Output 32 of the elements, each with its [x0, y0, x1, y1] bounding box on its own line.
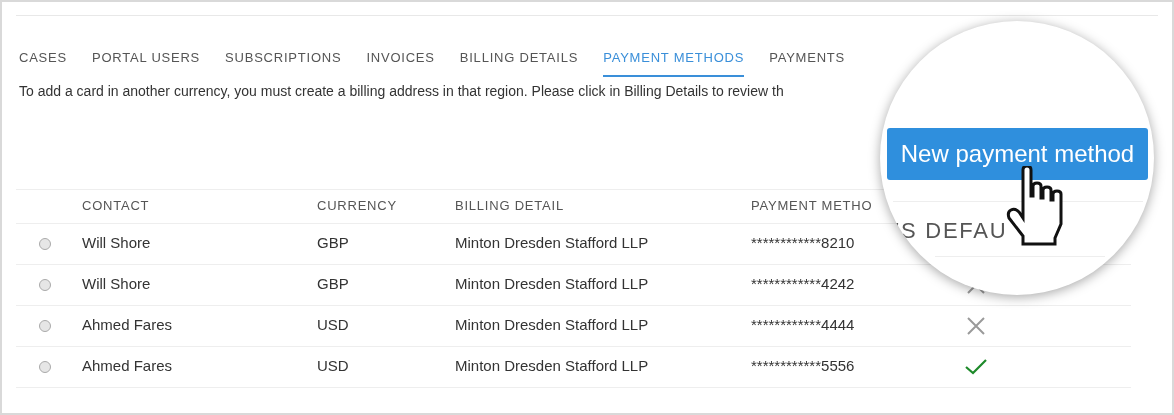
table-cell-text: USD — [317, 356, 350, 377]
radio-button[interactable] — [38, 319, 51, 332]
table-cell-text: ************5556 — [751, 356, 856, 377]
column-header: BILLING DETAIL — [455, 197, 565, 216]
table-cell-text: Minton Dresden Stafford LLP — [455, 356, 650, 377]
notice-text: To add a card in another currency, you must create a billing address in that region. Please click in Billing Details to review th — [18, 81, 785, 101]
table-cell-text: GBP — [317, 233, 350, 254]
radio-button[interactable] — [38, 278, 51, 291]
radio-button[interactable] — [38, 360, 51, 373]
table-cell-text: GBP — [317, 274, 350, 295]
column-header: CURRENCY — [317, 197, 398, 216]
radio-button[interactable] — [38, 237, 51, 250]
tab[interactable]: BILLING DETAILS — [459, 48, 579, 77]
table-cell-text: ************4242 — [751, 274, 856, 295]
table-cell-text: Minton Dresden Stafford LLP — [455, 274, 650, 295]
tab[interactable]: PORTAL USERS — [92, 48, 201, 77]
tab[interactable]: PAYMENTS — [769, 48, 845, 77]
table-cell-text: Ahmed Fares — [82, 356, 174, 377]
tab[interactable]: SUBSCRIPTIONS — [225, 48, 342, 77]
tab[interactable]: PAYMENT METHODS — [603, 48, 745, 77]
table-cell-text: Will Shore — [82, 274, 152, 295]
column-header: PAYMENT METHO — [751, 197, 874, 216]
table-cell-text: Ahmed Fares — [82, 315, 174, 336]
column-header: CONTACT — [82, 197, 151, 216]
table-cell-text: Minton Dresden Stafford LLP — [455, 315, 650, 336]
table-cell-text: ************8210 — [751, 233, 856, 254]
table-cell-text: USD — [317, 315, 350, 336]
tab[interactable]: INVOICES — [366, 48, 435, 77]
table-cell-text: Will Shore — [82, 233, 152, 254]
table-cell-text: Minton Dresden Stafford LLP — [455, 233, 650, 254]
tab[interactable]: CASES — [19, 48, 67, 77]
table-cell-text: ************4444 — [751, 315, 856, 336]
